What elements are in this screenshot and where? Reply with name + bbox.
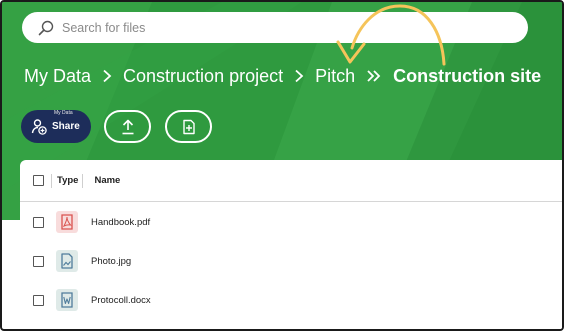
- chevron-right-icon: [294, 69, 304, 83]
- breadcrumb-item-my-data[interactable]: My Data: [24, 66, 91, 87]
- app-window: My Data Construction project Pitch Const…: [0, 0, 564, 331]
- column-header-type[interactable]: Type: [57, 175, 78, 186]
- share-button[interactable]: My Data Share: [21, 110, 91, 143]
- new-document-icon: [182, 119, 195, 134]
- file-name[interactable]: Protocoll.docx: [91, 295, 151, 306]
- column-header-name[interactable]: Name: [94, 175, 120, 186]
- row-checkbox[interactable]: [33, 216, 44, 228]
- share-user-icon: [31, 118, 47, 135]
- more-options-icon[interactable]: ⋮: [559, 66, 562, 87]
- table-row[interactable]: Protocoll.docx: [20, 285, 562, 315]
- share-tooltip: My Data: [54, 110, 73, 116]
- file-name[interactable]: Photo.jpg: [91, 256, 131, 267]
- image-file-icon: [56, 250, 78, 272]
- pdf-file-icon: [56, 211, 78, 233]
- row-checkbox[interactable]: [33, 255, 44, 267]
- new-document-button[interactable]: [165, 110, 212, 143]
- column-divider: [82, 173, 84, 188]
- upload-icon: [122, 119, 133, 134]
- chevron-right-icon: [102, 69, 112, 83]
- table-row[interactable]: Handbook.pdf: [20, 207, 562, 237]
- breadcrumb-item-construction-project[interactable]: Construction project: [123, 66, 283, 87]
- breadcrumb: My Data Construction project Pitch Const…: [24, 62, 562, 90]
- file-list-panel: Type Name Handbook.pdf Photo.jpg Protoco…: [20, 160, 562, 329]
- upload-button[interactable]: [104, 110, 151, 143]
- select-all-checkbox[interactable]: [33, 175, 44, 186]
- search-icon: [38, 20, 54, 35]
- share-button-label: Share: [52, 121, 80, 132]
- row-checkbox[interactable]: [33, 294, 44, 306]
- table-header: Type Name: [20, 160, 562, 202]
- word-file-icon: [56, 289, 78, 311]
- column-divider: [51, 173, 52, 188]
- table-row[interactable]: Photo.jpg: [20, 246, 562, 276]
- file-name[interactable]: Handbook.pdf: [91, 217, 150, 228]
- annotation-arrow-icon: [336, 4, 446, 66]
